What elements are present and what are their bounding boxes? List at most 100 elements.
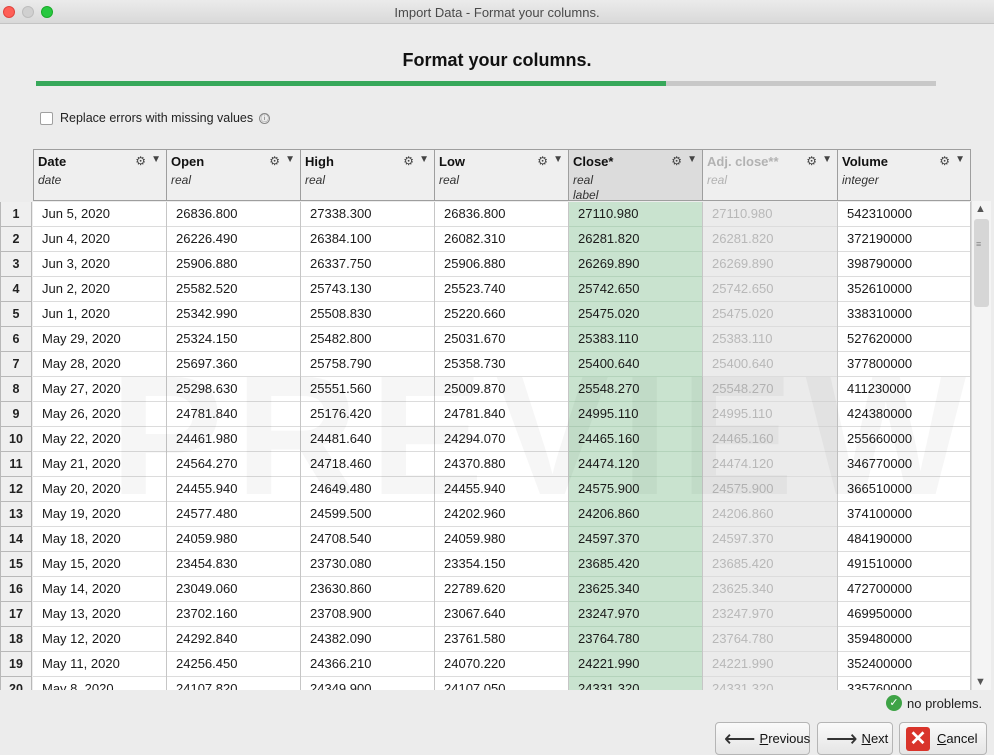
table-cell[interactable]: 25220.660 xyxy=(435,302,568,327)
table-cell[interactable]: 25475.020 xyxy=(703,302,837,327)
table-cell[interactable]: 23625.340 xyxy=(703,577,837,602)
table-cell[interactable]: 24455.940 xyxy=(167,477,300,502)
table-cell[interactable]: 24708.540 xyxy=(301,527,434,552)
table-cell[interactable]: Jun 2, 2020 xyxy=(33,277,166,302)
table-cell[interactable]: 25324.150 xyxy=(167,327,300,352)
table-cell[interactable]: 424380000 xyxy=(838,402,970,427)
table-cell[interactable]: 25482.800 xyxy=(301,327,434,352)
table-cell[interactable]: 491510000 xyxy=(838,552,970,577)
table-cell[interactable]: May 14, 2020 xyxy=(33,577,166,602)
table-cell[interactable]: 24575.900 xyxy=(569,477,702,502)
table-cell[interactable]: 24059.980 xyxy=(167,527,300,552)
table-cell[interactable]: 25031.670 xyxy=(435,327,568,352)
chevron-down-icon[interactable]: ▼ xyxy=(687,154,697,165)
table-cell[interactable]: 23761.580 xyxy=(435,627,568,652)
chevron-down-icon[interactable]: ▼ xyxy=(822,154,832,165)
table-cell[interactable]: 24221.990 xyxy=(569,652,702,677)
gear-icon[interactable]: ⚙ xyxy=(939,154,950,168)
table-cell[interactable]: 372190000 xyxy=(838,227,970,252)
table-cell[interactable]: 24221.990 xyxy=(703,652,837,677)
table-cell[interactable]: Jun 5, 2020 xyxy=(33,202,166,227)
table-cell[interactable]: 23702.160 xyxy=(167,602,300,627)
table-cell[interactable]: 23454.830 xyxy=(167,552,300,577)
table-cell[interactable]: 25400.640 xyxy=(569,352,702,377)
table-cell[interactable]: 25508.830 xyxy=(301,302,434,327)
table-cell[interactable]: May 8, 2020 xyxy=(33,677,166,690)
table-cell[interactable]: 25758.790 xyxy=(301,352,434,377)
table-cell[interactable]: 23247.970 xyxy=(569,602,702,627)
table-cell[interactable]: May 22, 2020 xyxy=(33,427,166,452)
table-cell[interactable]: 255660000 xyxy=(838,427,970,452)
table-cell[interactable]: 24481.640 xyxy=(301,427,434,452)
table-cell[interactable]: 24206.860 xyxy=(569,502,702,527)
column-header[interactable]: Low real ⚙ ▼ xyxy=(435,149,569,201)
table-cell[interactable]: May 21, 2020 xyxy=(33,452,166,477)
table-cell[interactable]: 26281.820 xyxy=(569,227,702,252)
table-cell[interactable]: 24474.120 xyxy=(703,452,837,477)
scroll-down-icon[interactable]: ▼ xyxy=(975,676,986,688)
table-cell[interactable]: 25400.640 xyxy=(703,352,837,377)
table-cell[interactable]: 24465.160 xyxy=(569,427,702,452)
table-cell[interactable]: 527620000 xyxy=(838,327,970,352)
table-cell[interactable]: 24599.500 xyxy=(301,502,434,527)
table-cell[interactable]: 398790000 xyxy=(838,252,970,277)
column-header[interactable]: Adj. close** real ⚙ ▼ xyxy=(703,149,838,201)
table-cell[interactable]: 25358.730 xyxy=(435,352,568,377)
chevron-down-icon[interactable]: ▼ xyxy=(151,154,161,165)
chevron-down-icon[interactable]: ▼ xyxy=(419,154,429,165)
table-cell[interactable]: May 28, 2020 xyxy=(33,352,166,377)
table-cell[interactable]: 23764.780 xyxy=(569,627,702,652)
table-cell[interactable]: 352400000 xyxy=(838,652,970,677)
table-cell[interactable]: 338310000 xyxy=(838,302,970,327)
table-cell[interactable]: 24059.980 xyxy=(435,527,568,552)
table-cell[interactable]: May 18, 2020 xyxy=(33,527,166,552)
chevron-down-icon[interactable]: ▼ xyxy=(285,154,295,165)
table-cell[interactable]: 26337.750 xyxy=(301,252,434,277)
table-cell[interactable]: 23625.340 xyxy=(569,577,702,602)
chevron-down-icon[interactable]: ▼ xyxy=(955,154,965,165)
table-cell[interactable]: 23354.150 xyxy=(435,552,568,577)
table-cell[interactable]: 25383.110 xyxy=(703,327,837,352)
table-cell[interactable]: 24575.900 xyxy=(703,477,837,502)
table-cell[interactable]: 24465.160 xyxy=(703,427,837,452)
table-cell[interactable]: May 19, 2020 xyxy=(33,502,166,527)
table-cell[interactable]: 23067.640 xyxy=(435,602,568,627)
table-cell[interactable]: 23049.060 xyxy=(167,577,300,602)
table-cell[interactable]: 24597.370 xyxy=(703,527,837,552)
table-cell[interactable]: May 11, 2020 xyxy=(33,652,166,677)
table-cell[interactable]: 26836.800 xyxy=(167,202,300,227)
table-cell[interactable]: 24382.090 xyxy=(301,627,434,652)
cancel-button[interactable]: ✕ Cancel xyxy=(899,722,987,755)
scrollbar-thumb[interactable] xyxy=(974,219,989,307)
table-cell[interactable]: 24995.110 xyxy=(703,402,837,427)
table-cell[interactable]: 24331.320 xyxy=(569,677,702,690)
table-cell[interactable]: May 20, 2020 xyxy=(33,477,166,502)
table-cell[interactable]: 25743.130 xyxy=(301,277,434,302)
table-cell[interactable]: 26269.890 xyxy=(703,252,837,277)
chevron-down-icon[interactable]: ▼ xyxy=(553,154,563,165)
table-cell[interactable]: 24070.220 xyxy=(435,652,568,677)
table-cell[interactable]: 335760000 xyxy=(838,677,970,690)
info-icon[interactable]: ⓘ xyxy=(259,112,271,124)
table-cell[interactable]: 469950000 xyxy=(838,602,970,627)
table-cell[interactable]: 25906.880 xyxy=(167,252,300,277)
table-cell[interactable]: 24649.480 xyxy=(301,477,434,502)
gear-icon[interactable]: ⚙ xyxy=(671,154,682,168)
table-cell[interactable]: 542310000 xyxy=(838,202,970,227)
table-cell[interactable]: 23630.860 xyxy=(301,577,434,602)
replace-errors-label[interactable]: Replace errors with missing values xyxy=(60,111,253,125)
table-vertical-scrollbar[interactable]: ▲ ≡ ▼ xyxy=(971,201,991,690)
table-cell[interactable]: 23685.420 xyxy=(569,552,702,577)
table-cell[interactable]: 26269.890 xyxy=(569,252,702,277)
table-cell[interactable]: 25298.630 xyxy=(167,377,300,402)
table-cell[interactable]: 23730.080 xyxy=(301,552,434,577)
table-cell[interactable]: 25742.650 xyxy=(703,277,837,302)
table-cell[interactable]: 472700000 xyxy=(838,577,970,602)
table-cell[interactable]: 25548.270 xyxy=(703,377,837,402)
table-cell[interactable]: 374100000 xyxy=(838,502,970,527)
previous-button[interactable]: ⟵ Previous xyxy=(715,722,810,755)
table-cell[interactable]: 484190000 xyxy=(838,527,970,552)
table-cell[interactable]: 24370.880 xyxy=(435,452,568,477)
table-cell[interactable]: 26281.820 xyxy=(703,227,837,252)
table-cell[interactable]: 23708.900 xyxy=(301,602,434,627)
